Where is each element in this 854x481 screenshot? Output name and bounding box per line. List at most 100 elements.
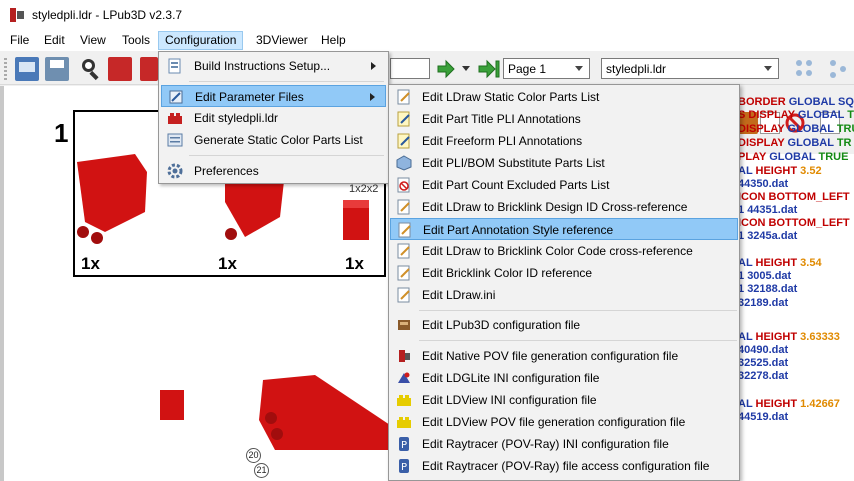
- menu-item-label: Edit styledpli.ldr: [194, 111, 279, 125]
- cube-icon: [396, 155, 412, 171]
- menu-edit[interactable]: Edit: [44, 33, 65, 47]
- code-line[interactable]: ICON BOTTOM_LEFT: [738, 217, 850, 229]
- submenu-item-part-title-pli-annotations[interactable]: Edit Part Title PLI Annotations: [390, 108, 738, 130]
- code-token: TRUE: [836, 123, 854, 135]
- submenu-item-ldview-ini[interactable]: Edit LDView INI configuration file: [390, 389, 738, 411]
- submenu-item-label: Edit LDView INI configuration file: [422, 393, 597, 407]
- edit-doc-icon: [398, 222, 411, 238]
- submenu-item-ldview-pov-config[interactable]: Edit LDView POV file generation configur…: [390, 411, 738, 433]
- code-token: DISPLAY: [738, 123, 788, 135]
- submenu-item-label: Edit LDraw to Bricklink Color Code cross…: [422, 244, 693, 258]
- submenu-item-lpub3d-config[interactable]: Edit LPub3D configuration file: [390, 314, 738, 336]
- code-line[interactable]: 32189.dat: [738, 297, 788, 309]
- menu-file[interactable]: File: [10, 33, 29, 47]
- submenu-item-label: Edit Native POV file generation configur…: [422, 349, 679, 363]
- code-token: GLOBAL: [797, 109, 848, 121]
- code-line[interactable]: PLAY GLOBAL TRUE: [738, 151, 848, 163]
- page-select[interactable]: Page 1: [503, 58, 590, 79]
- code-line[interactable]: 44519.dat: [738, 411, 788, 423]
- code-token: 32278.dat: [738, 370, 789, 382]
- export-pdf-alt-icon[interactable]: [140, 57, 158, 81]
- menu-item-generate-static-color-parts-list[interactable]: Generate Static Color Parts List: [161, 129, 386, 151]
- submenu-item-ldglite-ini[interactable]: Edit LDGLite INI configuration file: [390, 367, 738, 389]
- export-pdf-icon[interactable]: [108, 57, 132, 81]
- submenu-item-bricklink-color-code-xref[interactable]: Edit LDraw to Bricklink Color Code cross…: [390, 240, 738, 262]
- menu-item-edit-parameter-files[interactable]: Edit Parameter Files: [161, 85, 386, 107]
- code-line[interactable]: 32525.dat: [738, 357, 788, 369]
- chevron-down-icon[interactable]: [462, 66, 470, 71]
- submenu-item-label: Edit LDraw Static Color Parts List: [422, 90, 600, 104]
- menu-item-edit-ldr-file[interactable]: Edit styledpli.ldr: [161, 107, 386, 129]
- submenu-item-part-annotation-style-reference[interactable]: Edit Part Annotation Style reference: [390, 218, 738, 240]
- step-number: 1: [54, 118, 69, 148]
- menu-tools[interactable]: Tools: [122, 33, 150, 47]
- pov-native-icon: [399, 350, 410, 362]
- code-token: 3.52: [800, 165, 822, 177]
- callout-number[interactable]: 20: [246, 448, 261, 463]
- submenu-item-static-color-parts-list[interactable]: Edit LDraw Static Color Parts List: [390, 86, 738, 108]
- menu-item-preferences[interactable]: Preferences: [161, 160, 386, 182]
- submenu-item-freeform-pli-annotations[interactable]: Edit Freeform PLI Annotations: [390, 130, 738, 152]
- code-line[interactable]: 40490.dat: [738, 344, 788, 356]
- code-line[interactable]: AL HEIGHT 3.54: [738, 257, 822, 269]
- save-file-icon[interactable]: [45, 57, 69, 81]
- povray-icon: P: [399, 437, 409, 451]
- ldraw-command-editor[interactable]: BORDER GLOBAL SQS DISPLAY GLOBAL TRU DISP…: [738, 86, 854, 481]
- code-line[interactable]: DISPLAY GLOBAL TR: [738, 137, 852, 149]
- menu-3dviewer[interactable]: 3DViewer: [256, 33, 308, 47]
- code-token: GLOBAL: [787, 137, 837, 149]
- submenu-item-substitute-parts-list[interactable]: Edit PLI/BOM Substitute Parts List: [390, 152, 738, 174]
- code-line[interactable]: 1 32188.dat: [738, 283, 797, 295]
- submenu-item-native-pov-config[interactable]: Edit Native POV file generation configur…: [390, 345, 738, 367]
- edit-note-icon: [397, 111, 410, 127]
- code-line[interactable]: BORDER GLOBAL SQ: [738, 96, 854, 108]
- code-token: AL: [738, 398, 756, 410]
- dots-icon[interactable]: [796, 60, 814, 78]
- code-token: 3245a.dat: [747, 230, 798, 242]
- code-line[interactable]: 32278.dat: [738, 370, 788, 382]
- arrange-icon[interactable]: [828, 60, 848, 78]
- build-setup-icon: [168, 58, 181, 74]
- submenu-item-bricklink-color-id-reference[interactable]: Edit Bricklink Color ID reference: [390, 262, 738, 284]
- submenu-item-bricklink-design-id-xref[interactable]: Edit LDraw to Bricklink Design ID Cross-…: [390, 196, 738, 218]
- last-page-icon[interactable]: [478, 59, 500, 79]
- file-select[interactable]: styledpli.ldr: [601, 58, 779, 79]
- code-token: 32188.dat: [747, 283, 798, 295]
- submenu-item-povray-ini[interactable]: P Edit Raytracer (POV-Ray) INI configura…: [390, 433, 738, 455]
- open-file-icon[interactable]: [15, 57, 39, 81]
- code-token: 3.63333: [800, 331, 840, 343]
- menu-view[interactable]: View: [80, 33, 106, 47]
- code-line[interactable]: 1 3005.dat: [738, 270, 791, 282]
- callout-number[interactable]: 21: [254, 463, 269, 478]
- code-line[interactable]: 1 3245a.dat: [738, 230, 797, 242]
- svg-text:P: P: [401, 440, 407, 451]
- submenu-item-label: Edit Part Count Excluded Parts List: [422, 178, 610, 192]
- main-toolbar: Page 1 styledpli.ldr: [0, 52, 854, 85]
- code-token: 44351.dat: [747, 204, 798, 216]
- code-token: GLOBAL: [769, 151, 819, 163]
- code-line[interactable]: 1 44351.dat: [738, 204, 797, 216]
- zoom-icon[interactable]: [80, 57, 100, 81]
- code-line[interactable]: AL HEIGHT 3.52: [738, 165, 822, 177]
- edit-doc-icon: [397, 243, 410, 259]
- code-line[interactable]: DISPLAY GLOBAL TRUE: [738, 123, 854, 135]
- code-token: ICON BOTTOM_LEFT: [738, 217, 850, 229]
- submenu-item-povray-file-access[interactable]: P Edit Raytracer (POV-Ray) file access c…: [390, 455, 738, 477]
- page-number-input[interactable]: [390, 58, 430, 79]
- menu-item-build-instructions-setup[interactable]: Build Instructions Setup...: [161, 55, 386, 77]
- menu-help[interactable]: Help: [321, 33, 346, 47]
- code-token: HEIGHT: [755, 165, 801, 177]
- code-line[interactable]: AL HEIGHT 1.42667: [738, 398, 840, 410]
- submenu-item-label: Edit Raytracer (POV-Ray) INI configurati…: [422, 437, 669, 451]
- ldview-icon: [397, 417, 411, 428]
- submenu-item-ldraw-ini[interactable]: Edit LDraw.ini: [390, 284, 738, 306]
- submenu-arrow-icon: [370, 93, 375, 101]
- toolbar-grip[interactable]: [4, 58, 7, 80]
- code-line[interactable]: ICON BOTTOM_LEFT: [738, 191, 850, 203]
- menu-configuration[interactable]: Configuration: [158, 31, 244, 50]
- submenu-item-part-count-excluded-parts[interactable]: Edit Part Count Excluded Parts List: [390, 174, 738, 196]
- code-line[interactable]: 44350.dat: [738, 178, 788, 190]
- next-page-icon[interactable]: [436, 59, 456, 79]
- code-line[interactable]: S DISPLAY GLOBAL TRU: [738, 109, 854, 121]
- code-line[interactable]: AL HEIGHT 3.63333: [738, 331, 840, 343]
